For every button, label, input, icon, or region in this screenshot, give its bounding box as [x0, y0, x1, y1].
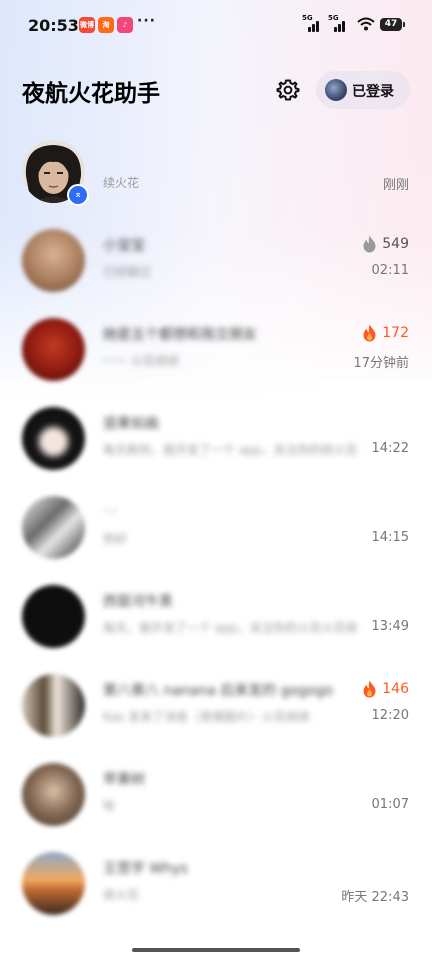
chat-name: 西窗河牛蒸 — [103, 594, 173, 610]
user-avatar — [325, 79, 347, 101]
avatar — [22, 585, 85, 648]
avatar — [22, 852, 85, 915]
list-item[interactable]: -.- 你好 14:15 — [0, 486, 432, 575]
spark-streak-badge: 549 — [362, 235, 409, 253]
chat-time: 14:22 — [371, 441, 409, 456]
chat-name: 王思宇 Whys — [103, 861, 188, 877]
chat-time: 17分钟前 — [353, 356, 409, 371]
list-item[interactable]: 第八章八 nanana 后来发的 gogogo Kas 发来了消息（表情图片）·… — [0, 664, 432, 753]
more-notifications-icon: ··· — [137, 13, 156, 29]
chat-time: 14:15 — [371, 530, 409, 545]
chat-time: 刚刚 — [382, 178, 409, 193]
list-item[interactable]: 苹果树 哈 01:07 — [0, 753, 432, 842]
page-title: 夜航火花助手 — [22, 81, 160, 107]
verified-badge-icon: ⌅ — [67, 184, 89, 206]
list-item[interactable]: 竖果如画 每天刷到，我开发了一个 app，关注你的续火花 14:22 — [0, 397, 432, 486]
list-item[interactable]: 她是五个都想和我交朋友 一一 火花续续 172 17分钟前 — [0, 308, 432, 397]
chat-preview: 一一 火花续续 — [103, 354, 179, 368]
flame-icon — [363, 235, 376, 253]
home-indicator[interactable] — [132, 948, 300, 952]
chat-time: 昨天 22:43 — [341, 890, 409, 905]
flame-icon — [363, 680, 376, 698]
avatar — [22, 407, 85, 470]
chat-preview: 每天，我开发了一个 app，关注你的火花火花续 — [103, 621, 358, 635]
avatar — [22, 674, 85, 737]
chat-time: 13:49 — [371, 619, 409, 634]
spark-streak-badge: 146 — [362, 680, 409, 698]
chat-name: 她是五个都想和我交朋友 — [103, 327, 257, 343]
gear-icon — [276, 79, 300, 101]
chat-list: ⌅ 续火花 刚刚 小宝宝 已经聊过 549 02:11 她是五个都想和我交朋友 … — [0, 130, 432, 931]
spark-streak-badge: 172 — [362, 324, 409, 342]
chat-preview: 续火花 — [103, 176, 140, 190]
status-time: 20:53 — [28, 16, 79, 35]
login-status-label: 已登录 — [352, 84, 394, 100]
list-item[interactable]: ⌅ 续火花 刚刚 — [0, 130, 432, 219]
list-item[interactable]: 小宝宝 已经聊过 549 02:11 — [0, 219, 432, 308]
chat-time: 02:11 — [371, 263, 409, 278]
cellular-signal-icon-2: 5G — [328, 14, 346, 32]
avatar — [22, 496, 85, 559]
avatar — [22, 318, 85, 381]
flame-icon — [363, 324, 376, 342]
music-app-icon: ♪ — [117, 17, 133, 33]
chat-preview: 你好 — [103, 532, 128, 546]
taobao-app-icon: 淘 — [98, 17, 114, 33]
wifi-icon — [357, 17, 375, 31]
chat-preview: 哈 — [103, 799, 116, 813]
chat-time: 12:20 — [371, 708, 409, 723]
chat-name: 第八章八 nanana 后来发的 gogogo — [103, 683, 334, 699]
chat-preview: 续火花 — [103, 888, 140, 902]
battery-icon: 47 — [380, 18, 405, 31]
cellular-signal-icon-1: 5G — [302, 14, 320, 32]
weibo-app-icon: 微博 — [79, 17, 95, 33]
chat-time: 01:07 — [371, 797, 409, 812]
chat-name: -.- — [103, 502, 118, 518]
chat-preview: 已经聊过 — [103, 265, 152, 279]
chat-preview: Kas 发来了消息（表情图片）· 火花续续 — [103, 710, 310, 724]
chat-name: 苹果树 — [103, 772, 145, 788]
chat-name: 竖果如画 — [103, 416, 159, 432]
list-item[interactable]: 西窗河牛蒸 每天，我开发了一个 app，关注你的火花火花续 13:49 — [0, 575, 432, 664]
login-status-button[interactable]: 已登录 — [316, 71, 410, 109]
list-item[interactable]: 王思宇 Whys 续火花 昨天 22:43 — [0, 842, 432, 931]
avatar — [22, 229, 85, 292]
chat-preview: 每天刷到，我开发了一个 app，关注你的续火花 — [103, 443, 358, 457]
status-bar: 20:53 微博 淘 ♪ ··· 5G 5G 47 — [0, 0, 432, 50]
avatar — [22, 763, 85, 826]
settings-button[interactable] — [272, 74, 304, 106]
chat-name: 小宝宝 — [103, 238, 145, 254]
